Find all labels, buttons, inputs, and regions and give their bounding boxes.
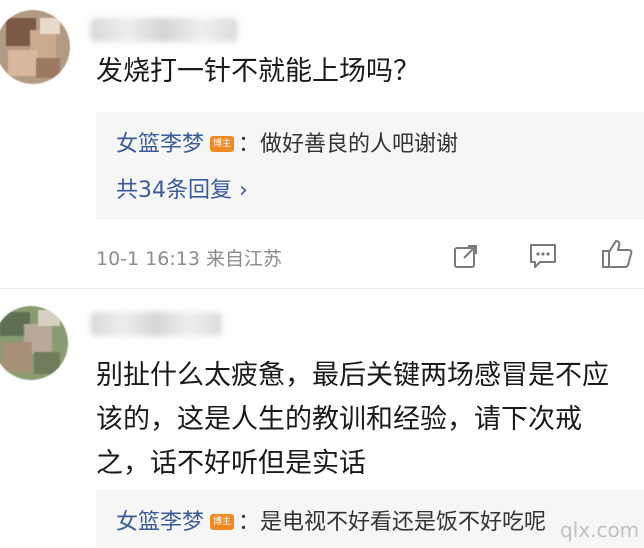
reply-preview[interactable]: 女篮李梦 博主 ：是电视不好看还是饭不好吃呢 xyxy=(116,504,546,536)
reply-username[interactable]: 女篮李梦 xyxy=(116,510,204,535)
comment-meta: 10-1 16:13 来自江苏 xyxy=(96,248,282,270)
comment-icon[interactable] xyxy=(528,242,558,270)
comment-text: 别扯什么太疲惫，最后关键两场感冒是不应 该的，这是人生的教训和经验，请下次戒 之… xyxy=(96,360,609,479)
avatar[interactable] xyxy=(0,306,68,380)
comment-text: 发烧打一针不就能上场吗？ xyxy=(96,56,420,87)
author-badge: 博主 xyxy=(210,135,235,152)
reply-text: ：是电视不好看还是饭不好吃呢 xyxy=(238,510,547,535)
thumbs-up-icon[interactable] xyxy=(600,238,634,270)
comment-divider xyxy=(0,288,644,289)
watermark: qlx.com xyxy=(560,518,640,542)
avatar[interactable] xyxy=(0,10,70,84)
reply-count-link[interactable]: 共34条回复 › xyxy=(116,172,248,204)
author-badge: 博主 xyxy=(210,513,235,530)
reply-username[interactable]: 女篮李梦 xyxy=(116,132,204,157)
username-redacted xyxy=(90,18,238,42)
share-icon[interactable] xyxy=(452,242,480,270)
username-redacted xyxy=(90,312,222,336)
reply-preview[interactable]: 女篮李梦 博主 ：做好善良的人吧谢谢 xyxy=(116,126,458,158)
reply-preview-box[interactable]: 女篮李梦 博主 ：做好善良的人吧谢谢 共34条回复 › xyxy=(96,112,644,220)
reply-text: ：做好善良的人吧谢谢 xyxy=(238,132,459,157)
